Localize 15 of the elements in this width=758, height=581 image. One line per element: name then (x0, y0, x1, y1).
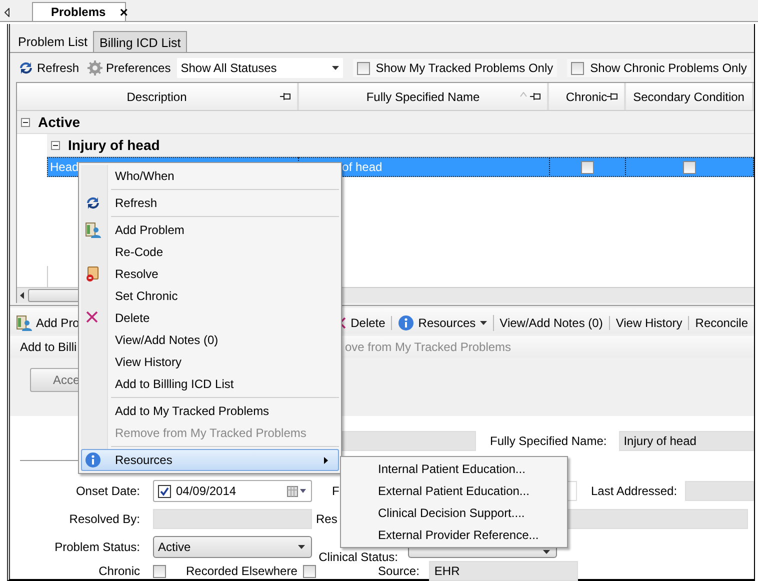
field-label: Res (316, 512, 338, 526)
field-label: Problem Status: (54, 540, 140, 554)
field-label: Source: (378, 564, 420, 578)
field-label: Chronic (98, 564, 140, 578)
field-label: Last Addressed: (591, 484, 678, 498)
field-label: F (332, 484, 340, 498)
field-label: Recorded Elsewhere (186, 564, 298, 578)
field-label: Clinical Status: (318, 550, 398, 564)
group-label: Active (38, 114, 80, 130)
field-label: Resolved By: (69, 512, 140, 526)
field-label: Onset Date: (76, 484, 140, 498)
checkbox-label: Show My Tracked Problems Only (376, 61, 554, 75)
checkbox-label: Show Chronic Problems Only (590, 61, 747, 75)
group-label: Injury of head (68, 137, 160, 153)
field-label: Fully Specified Name: (490, 434, 607, 448)
